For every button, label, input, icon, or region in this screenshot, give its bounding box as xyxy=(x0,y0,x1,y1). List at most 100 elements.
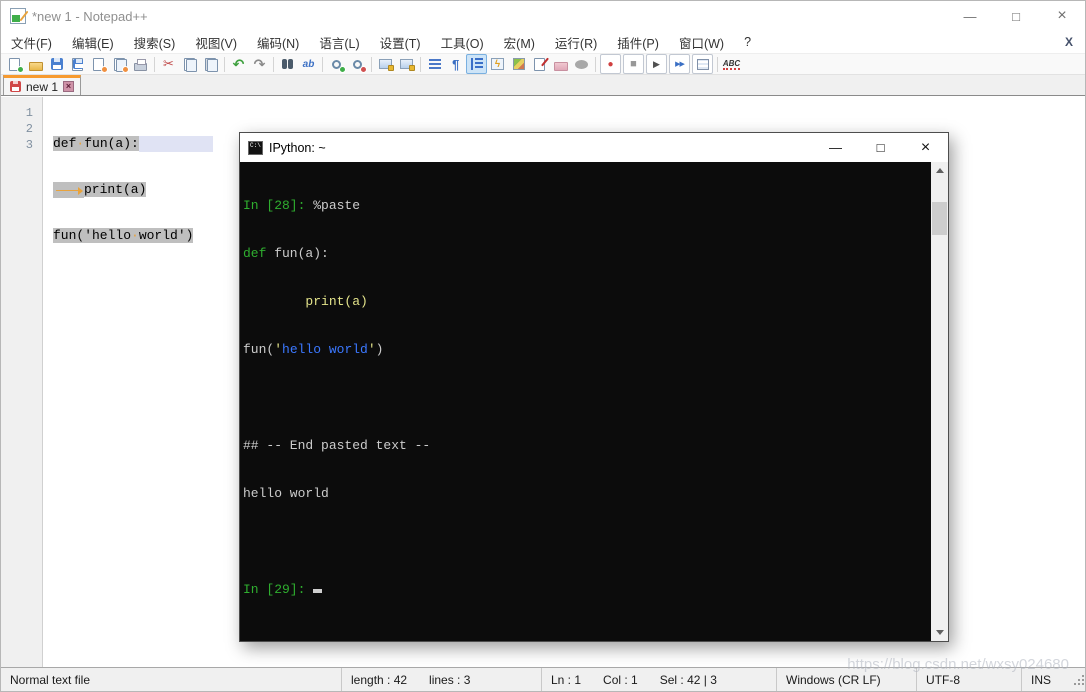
whitespace-dot: · xyxy=(131,228,139,243)
code-line-2: print(a) xyxy=(53,182,213,198)
line-number-gutter: 1 2 3 xyxy=(1,97,43,667)
menu-tools[interactable]: 工具(O) xyxy=(431,31,494,53)
macro-play-icon[interactable]: ▶ xyxy=(646,54,667,74)
scroll-down-arrow-icon[interactable] xyxy=(931,624,948,641)
replace-icon[interactable]: ab xyxy=(298,54,319,74)
open-file-icon[interactable] xyxy=(25,54,46,74)
menu-help[interactable]: ? xyxy=(734,31,761,53)
menu-file[interactable]: 文件(F) xyxy=(1,31,62,53)
console-line: hello world xyxy=(243,486,930,502)
close-all-icon[interactable] xyxy=(109,54,130,74)
save-all-icon[interactable] xyxy=(67,54,88,74)
print-icon[interactable] xyxy=(130,54,151,74)
code-line-3: fun('hello·world') xyxy=(53,228,213,244)
scrollbar-thumb[interactable] xyxy=(932,202,947,235)
tab-label: new 1 xyxy=(26,80,58,94)
console-line: ## -- End pasted text -- xyxy=(243,438,930,454)
zoom-out-icon[interactable] xyxy=(347,54,368,74)
command-prompt-icon: C:\ xyxy=(248,141,263,155)
menu-encoding[interactable]: 编码(N) xyxy=(247,31,309,53)
console-blank-line xyxy=(243,534,930,550)
close-icon[interactable] xyxy=(88,54,109,74)
toolbar: ✂ ↶ ↷ ab ¶ ϟ ● ■ ▶ ▶▶ ABC xyxy=(1,53,1085,75)
redo-icon[interactable]: ↷ xyxy=(249,54,270,74)
spell-check-icon[interactable]: ABC xyxy=(721,54,742,74)
minimize-button[interactable]: — xyxy=(947,1,993,31)
indent-guide-icon[interactable] xyxy=(466,54,487,74)
status-length-lines: length : 42 lines : 3 xyxy=(341,668,541,691)
zoom-in-icon[interactable] xyxy=(326,54,347,74)
status-bar: Normal text file length : 42lines : 3 Ln… xyxy=(1,667,1085,691)
close-button[interactable]: × xyxy=(1039,1,1085,31)
status-insert-mode: INS xyxy=(1021,668,1086,691)
console-minimize-button[interactable]: — xyxy=(813,133,858,162)
console-output[interactable]: In [28]: %paste def fun(a): print(a) fun… xyxy=(243,166,930,641)
resize-grip[interactable] xyxy=(1073,673,1085,687)
console-line: def fun(a): xyxy=(243,246,930,262)
console-prompt-line: In [29]: xyxy=(243,582,930,598)
text-cursor xyxy=(313,589,322,593)
word-wrap-icon[interactable] xyxy=(424,54,445,74)
code-line-1: def·fun(a): xyxy=(53,136,213,152)
status-caret-position: Ln : 1Col : 1Sel : 42 | 3 xyxy=(541,668,776,691)
sync-scroll-horizontal-icon[interactable] xyxy=(396,54,417,74)
document-close-x-button[interactable]: X xyxy=(1065,35,1085,49)
caret-line-extension xyxy=(139,136,213,152)
macro-save-icon[interactable] xyxy=(692,54,713,74)
console-maximize-button[interactable]: □ xyxy=(858,133,903,162)
notepadpp-icon xyxy=(10,8,26,24)
undo-icon[interactable]: ↶ xyxy=(228,54,249,74)
tab-arrow-mark xyxy=(53,182,84,198)
save-icon[interactable] xyxy=(46,54,67,74)
console-title: IPython: ~ xyxy=(269,141,326,155)
find-icon[interactable] xyxy=(277,54,298,74)
console-body: In [28]: %paste def fun(a): print(a) fun… xyxy=(240,162,948,641)
monitoring-icon[interactable] xyxy=(571,54,592,74)
document-map-icon[interactable] xyxy=(508,54,529,74)
menu-settings[interactable]: 设置(T) xyxy=(370,31,431,53)
console-line: print(a) xyxy=(243,294,930,310)
sync-scroll-vertical-icon[interactable] xyxy=(375,54,396,74)
folder-as-workspace-icon[interactable] xyxy=(550,54,571,74)
tab-bar: new 1 × xyxy=(1,75,1085,96)
tab-close-icon[interactable]: × xyxy=(63,81,74,92)
function-list-icon[interactable]: ϟ xyxy=(487,54,508,74)
menu-plugins[interactable]: 插件(P) xyxy=(607,31,669,53)
menu-search[interactable]: 搜索(S) xyxy=(124,31,186,53)
document-switcher-icon[interactable] xyxy=(529,54,550,74)
window-title: *new 1 - Notepad++ xyxy=(32,9,148,24)
menu-window[interactable]: 窗口(W) xyxy=(669,31,734,53)
scroll-up-arrow-icon[interactable] xyxy=(931,162,948,179)
maximize-button[interactable]: □ xyxy=(993,1,1039,31)
menu-macro[interactable]: 宏(M) xyxy=(494,31,545,53)
console-blank-line xyxy=(243,390,930,406)
menu-language[interactable]: 语言(L) xyxy=(309,31,369,53)
ipython-console-window: C:\ IPython: ~ — □ × In [28]: %paste def… xyxy=(239,132,949,642)
status-eol-format: Windows (CR LF) xyxy=(776,668,916,691)
code-text[interactable]: def·fun(a): print(a) fun('hello·world') xyxy=(53,97,213,667)
console-title-bar[interactable]: C:\ IPython: ~ — □ × xyxy=(240,133,948,162)
copy-icon[interactable] xyxy=(179,54,200,74)
paste-icon[interactable] xyxy=(200,54,221,74)
macro-stop-icon[interactable]: ■ xyxy=(623,54,644,74)
menu-edit[interactable]: 编辑(E) xyxy=(62,31,124,53)
console-scrollbar[interactable] xyxy=(931,162,948,641)
menu-run[interactable]: 运行(R) xyxy=(545,31,607,53)
show-all-characters-icon[interactable]: ¶ xyxy=(445,54,466,74)
status-col: Col : 1 xyxy=(603,673,638,687)
status-encoding: UTF-8 xyxy=(916,668,1021,691)
macro-record-icon[interactable]: ● xyxy=(600,54,621,74)
status-length: length : 42 xyxy=(351,673,407,687)
tab-new-1[interactable]: new 1 × xyxy=(3,75,81,95)
menu-view[interactable]: 视图(V) xyxy=(185,31,247,53)
status-lines: lines : 3 xyxy=(429,673,470,687)
cut-icon[interactable]: ✂ xyxy=(158,54,179,74)
new-file-icon[interactable] xyxy=(4,54,25,74)
menu-bar: 文件(F) 编辑(E) 搜索(S) 视图(V) 编码(N) 语言(L) 设置(T… xyxy=(1,31,1085,53)
macro-run-multiple-icon[interactable]: ▶▶ xyxy=(669,54,690,74)
notepadpp-window: *new 1 - Notepad++ — □ × 文件(F) 编辑(E) 搜索(… xyxy=(0,0,1086,692)
console-close-button[interactable]: × xyxy=(903,133,948,162)
line-number: 3 xyxy=(1,138,42,154)
console-line: In [28]: %paste xyxy=(243,198,930,214)
console-line: fun('hello world') xyxy=(243,342,930,358)
